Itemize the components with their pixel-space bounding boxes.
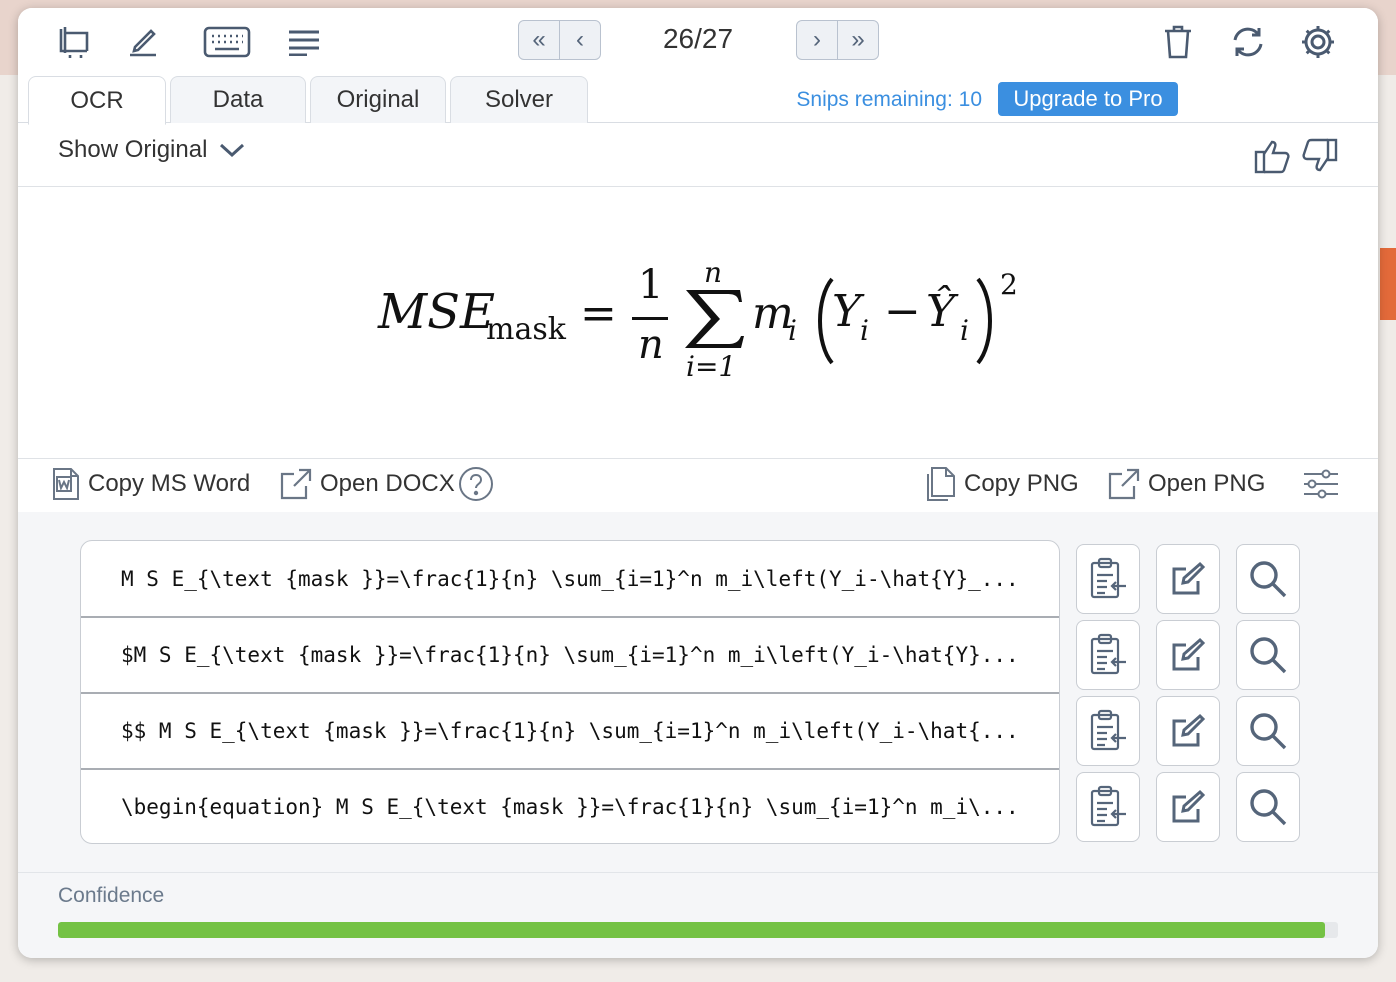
- upgrade-button[interactable]: Upgrade to Pro: [998, 82, 1178, 116]
- edit-button[interactable]: [1156, 620, 1220, 690]
- eq-frac-denominator: n: [638, 322, 664, 368]
- eq-lhs-subscript: mask: [486, 312, 566, 347]
- gear-icon[interactable]: [1298, 22, 1338, 62]
- copy-icon: [927, 467, 955, 501]
- copy-ms-word-label: Copy MS Word: [88, 470, 251, 497]
- help-button[interactable]: [458, 466, 502, 502]
- chevron-down-icon: [220, 143, 245, 158]
- rendered-equation: MSE mask = 1 n n i=1 m i Y i − Ŷ i 2: [18, 188, 1378, 458]
- search-button[interactable]: [1236, 772, 1300, 842]
- show-original-label: Show Original: [58, 136, 208, 163]
- search-icon: [1250, 561, 1287, 598]
- snips-remaining: Snips remaining: 10: [796, 88, 982, 111]
- open-png-label: Open PNG: [1148, 470, 1266, 497]
- eq-m-subscript: i: [788, 314, 797, 347]
- latex-result-row[interactable]: \begin{equation} M S E_{\text {mask }}=\…: [81, 768, 1059, 843]
- left-chevron-icon[interactable]: ‹: [559, 21, 600, 59]
- desktop-orange-tab: [1380, 248, 1396, 320]
- copy-png-button[interactable]: Copy PNG: [924, 466, 1079, 502]
- paste-clipboard-button[interactable]: [1076, 696, 1140, 766]
- latex-results-list: M S E_{\text {mask }}=\frac{1}{n} \sum_{…: [80, 540, 1060, 844]
- thumbs-down-icon[interactable]: [1300, 138, 1340, 174]
- eq-minus: −: [884, 286, 921, 337]
- keyboard-icon[interactable]: [202, 22, 252, 62]
- open-docx-button[interactable]: Open DOCX: [280, 466, 455, 502]
- sliders-icon: [1304, 469, 1338, 499]
- eq-frac-numerator: 1: [638, 262, 664, 308]
- eq-Y-subscript: i: [860, 314, 869, 347]
- confidence-label: Confidence: [58, 884, 165, 907]
- refresh-icon[interactable]: [1228, 22, 1268, 62]
- latex-result-row[interactable]: $$ M S E_{\text {mask }}=\frac{1}{n} \su…: [81, 692, 1059, 767]
- tab-data[interactable]: Data: [170, 76, 306, 123]
- eq-sum-upper: n: [704, 256, 723, 289]
- edit-icon: [1172, 561, 1206, 595]
- divider: [18, 872, 1378, 873]
- clipboard-paste-icon: [1090, 785, 1126, 827]
- summation-icon: [685, 290, 744, 348]
- edit-icon: [1172, 789, 1206, 823]
- mathpix-window: « ‹ 26/27 › » OCR Data Original Solver S…: [18, 8, 1378, 958]
- divider: [18, 458, 1378, 459]
- tab-original[interactable]: Original: [310, 76, 446, 123]
- eq-Yhat-subscript: i: [960, 314, 969, 347]
- show-original-toggle[interactable]: Show Original: [58, 136, 245, 164]
- thumbs-up-icon[interactable]: [1254, 138, 1294, 174]
- pen-icon[interactable]: [124, 22, 164, 62]
- clipboard-paste-icon: [1090, 709, 1126, 751]
- copy-ms-word-button[interactable]: Copy MS Word: [52, 466, 250, 502]
- eq-lhs: MSE: [378, 284, 496, 340]
- search-button[interactable]: [1236, 544, 1300, 614]
- search-icon: [1250, 637, 1287, 674]
- external-link-icon: [1108, 468, 1140, 500]
- divider: [18, 186, 1378, 187]
- eq-Y: Y: [832, 286, 862, 337]
- next-nav-group: › »: [796, 20, 879, 60]
- right-paren: [976, 277, 992, 365]
- eq-equals: =: [580, 288, 617, 339]
- tab-solver[interactable]: Solver: [450, 76, 588, 123]
- search-icon: [1250, 789, 1287, 826]
- search-icon: [1250, 713, 1287, 750]
- edit-icon: [1172, 713, 1206, 747]
- paste-clipboard-button[interactable]: [1076, 544, 1140, 614]
- snip-counter: 26/27: [662, 23, 734, 54]
- sliders-button[interactable]: [1302, 466, 1346, 502]
- toolbar: « ‹ 26/27 › »: [18, 8, 1378, 74]
- edit-button[interactable]: [1156, 772, 1220, 842]
- tab-ocr[interactable]: OCR: [28, 76, 166, 125]
- menu-lines-icon[interactable]: [284, 22, 324, 62]
- double-right-chevron-icon[interactable]: »: [837, 21, 878, 59]
- tab-bar: OCR Data Original Solver Snips remaining…: [18, 74, 1378, 125]
- crop-screen-icon[interactable]: [54, 22, 94, 62]
- search-button[interactable]: [1236, 620, 1300, 690]
- search-button[interactable]: [1236, 696, 1300, 766]
- results-panel: M S E_{\text {mask }}=\frac{1}{n} \sum_{…: [18, 512, 1378, 958]
- eq-Yhat: Ŷ: [926, 286, 956, 337]
- open-png-button[interactable]: Open PNG: [1108, 466, 1265, 502]
- trash-icon[interactable]: [1158, 22, 1198, 62]
- double-left-chevron-icon[interactable]: «: [519, 21, 559, 59]
- confidence-bar: [58, 922, 1338, 938]
- clipboard-paste-icon: [1090, 557, 1126, 599]
- prev-nav-group: « ‹: [518, 20, 601, 60]
- edit-button[interactable]: [1156, 696, 1220, 766]
- paste-clipboard-button[interactable]: [1076, 772, 1140, 842]
- eq-frac-bar: [632, 317, 668, 320]
- edit-button[interactable]: [1156, 544, 1220, 614]
- edit-icon: [1172, 637, 1206, 671]
- word-doc-icon: [53, 468, 79, 500]
- open-docx-label: Open DOCX: [320, 470, 455, 497]
- copy-png-label: Copy PNG: [964, 470, 1079, 497]
- clipboard-paste-icon: [1090, 633, 1126, 675]
- latex-result-row[interactable]: $M S E_{\text {mask }}=\frac{1}{n} \sum_…: [81, 616, 1059, 691]
- question-circle-icon: [459, 467, 493, 501]
- eq-power: 2: [1000, 268, 1018, 301]
- confidence-bar-fill: [58, 922, 1326, 938]
- latex-result-row[interactable]: M S E_{\text {mask }}=\frac{1}{n} \sum_{…: [81, 541, 1059, 616]
- external-link-icon: [280, 468, 312, 500]
- paste-clipboard-button[interactable]: [1076, 620, 1140, 690]
- right-chevron-icon[interactable]: ›: [797, 21, 837, 59]
- eq-sum-lower: i=1: [686, 350, 737, 383]
